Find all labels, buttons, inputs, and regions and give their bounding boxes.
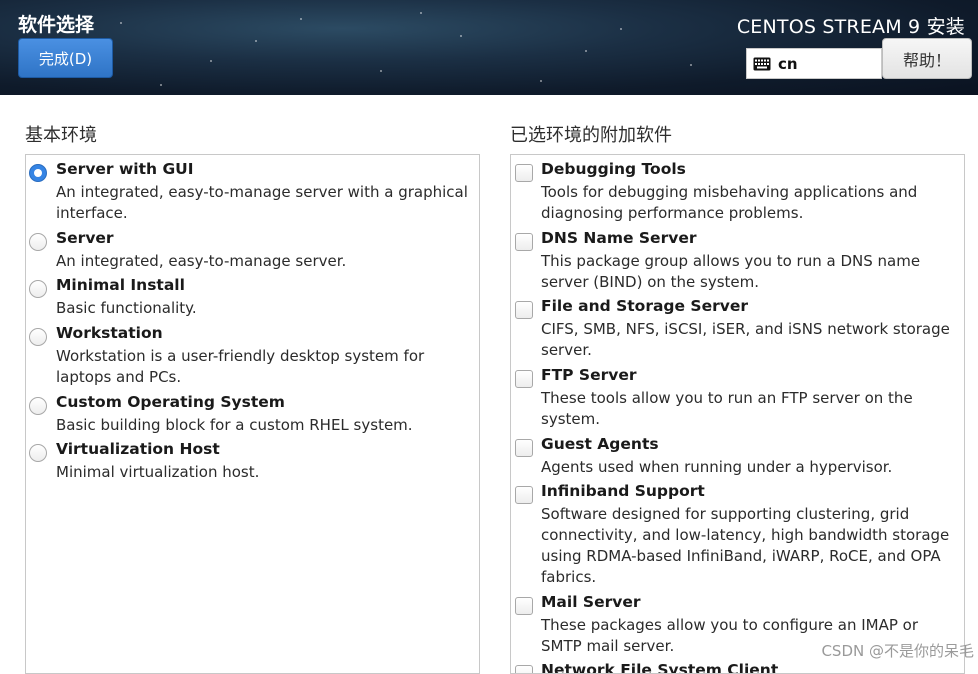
addon-title: Guest Agents	[541, 435, 659, 453]
header-decoration	[540, 80, 542, 82]
addon-title: Debugging Tools	[541, 160, 686, 178]
header-decoration	[690, 64, 692, 66]
help-button[interactable]: 帮助！	[882, 38, 972, 79]
environment-description: Basic building block for a custom RHEL s…	[56, 416, 413, 434]
checkbox-icon[interactable]	[515, 597, 533, 615]
environment-title: Virtualization Host	[56, 440, 220, 458]
radio-selected-icon[interactable]	[29, 164, 47, 182]
header-decoration	[160, 84, 162, 86]
header-decoration	[420, 12, 422, 14]
addon-title: DNS Name Server	[541, 229, 697, 247]
addon-title: Infiniband Support	[541, 482, 705, 500]
done-button[interactable]: 完成(D)	[18, 38, 113, 78]
base-environment-list: Server with GUI An integrated, easy-to-m…	[25, 154, 480, 674]
checkbox-icon[interactable]	[515, 164, 533, 182]
environment-description: An integrated, easy-to-manage server.	[56, 252, 347, 270]
addon-description: This package group allows you to run a D…	[541, 252, 921, 291]
radio-icon[interactable]	[29, 397, 47, 415]
radio-icon[interactable]	[29, 328, 47, 346]
watermark: CSDN @不是你的呆毛	[821, 642, 974, 660]
header-decoration	[300, 18, 302, 20]
addon-description: Software designed for supporting cluster…	[541, 505, 950, 586]
addon-description: Tools for debugging misbehaving applicat…	[541, 183, 918, 222]
additional-software-list: Debugging Tools Tools for debugging misb…	[510, 154, 965, 674]
checkbox-icon[interactable]	[515, 370, 533, 388]
checkbox-icon[interactable]	[515, 439, 533, 457]
keyboard-icon	[753, 57, 771, 70]
addon-description: Agents used when running under a hypervi…	[541, 458, 893, 476]
radio-icon[interactable]	[29, 444, 47, 462]
keyboard-layout-label: cn	[778, 54, 798, 73]
header-decoration	[585, 50, 587, 52]
addon-description: These tools allow you to run an FTP serv…	[541, 389, 913, 428]
checkbox-icon[interactable]	[515, 301, 533, 319]
keyboard-layout-indicator[interactable]: cn	[746, 48, 882, 79]
addon-title: File and Storage Server	[541, 297, 749, 315]
environment-description: Workstation is a user-friendly desktop s…	[56, 347, 425, 386]
addon-title: Mail Server	[541, 593, 641, 611]
environment-description: Minimal virtualization host.	[56, 463, 260, 481]
header-decoration	[620, 28, 622, 30]
radio-icon[interactable]	[29, 233, 47, 251]
header-decoration	[380, 70, 382, 72]
environment-title: Workstation	[56, 324, 163, 342]
environment-title: Minimal Install	[56, 276, 185, 294]
checkbox-icon[interactable]	[515, 233, 533, 251]
header-decoration	[120, 22, 122, 24]
radio-icon[interactable]	[29, 280, 47, 298]
checkbox-icon[interactable]	[515, 486, 533, 504]
additional-software-heading: 已选环境的附加软件	[510, 125, 672, 146]
addon-title: FTP Server	[541, 366, 637, 384]
addon-description: CIFS, SMB, NFS, iSCSI, iSER, and iSNS ne…	[541, 320, 950, 359]
header-decoration	[210, 60, 212, 62]
page-title: 软件选择	[18, 14, 95, 36]
header-decoration	[460, 35, 462, 37]
environment-title: Server with GUI	[56, 160, 194, 178]
checkbox-icon[interactable]	[515, 665, 533, 673]
header-decoration	[255, 40, 257, 42]
environment-description: An integrated, easy-to-manage server wit…	[56, 183, 468, 222]
environment-description: Basic functionality.	[56, 299, 197, 317]
base-environment-heading: 基本环境	[25, 125, 97, 146]
product-title: CENTOS STREAM 9 安装	[736, 16, 965, 38]
environment-title: Server	[56, 229, 114, 247]
environment-title: Custom Operating System	[56, 393, 285, 411]
